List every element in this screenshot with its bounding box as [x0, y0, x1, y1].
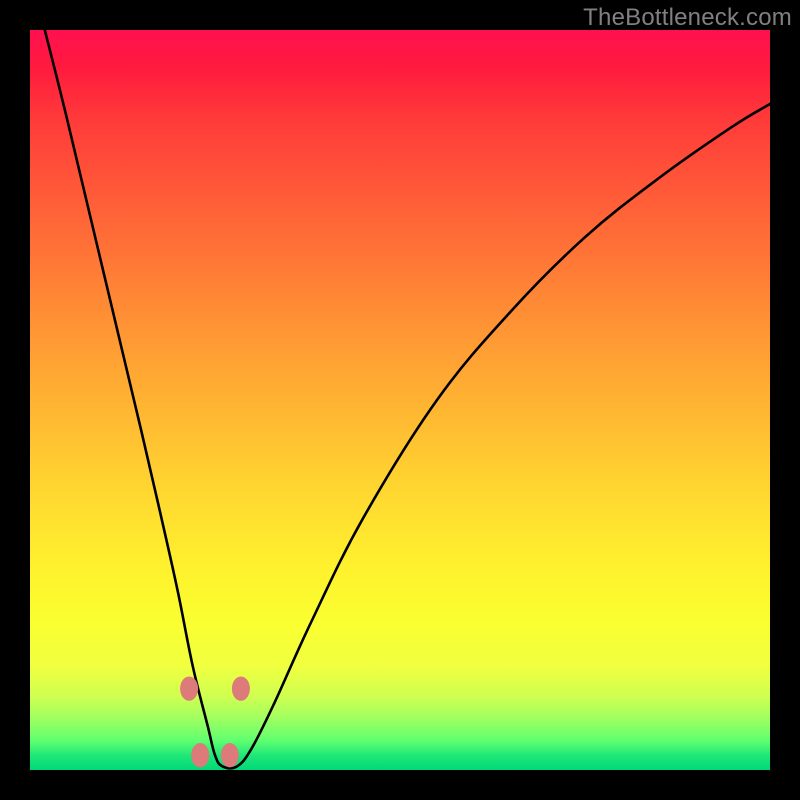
- watermark-text: TheBottleneck.com: [583, 4, 792, 32]
- chart-container: TheBottleneck.com: [0, 0, 800, 800]
- plot-background-gradient: [30, 30, 770, 770]
